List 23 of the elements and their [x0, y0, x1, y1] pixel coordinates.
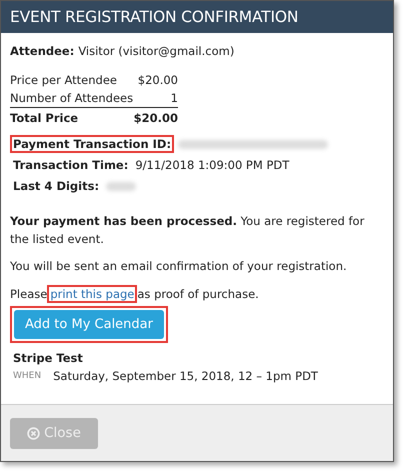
attendee-label: Attendee: [10, 44, 74, 58]
detail-label: Last 4 Digits: [12, 178, 100, 195]
event-date: Saturday, September 15, 2018, 12 – 1pm PDT [53, 368, 318, 383]
price-label: Number of Attendees [10, 89, 134, 108]
price-label: Total Price [10, 108, 134, 127]
payment-message: Your payment has been processed. You are registered for the listed event. [10, 213, 366, 248]
price-value: $20.00 [133, 108, 178, 127]
detail-value: 9/11/2018 1:09:00 PM PDT [135, 158, 290, 172]
print-note-text: as proof of purchase. [137, 286, 259, 301]
close-icon [27, 426, 40, 440]
price-label: Price per Attendee [10, 72, 118, 89]
detail-label: Transaction Time: [12, 157, 130, 174]
price-value: $20.00 [136, 72, 178, 89]
print-link[interactable]: print this page [47, 284, 138, 303]
event-name: Stripe Test [13, 350, 84, 365]
email-note: You will be sent an email confirmation of your registration. [10, 258, 348, 273]
when-label: WHEN [13, 370, 42, 381]
detail-label: Payment Transaction ID: [10, 135, 174, 153]
dialog-title: EVENT REGISTRATION CONFIRMATION [1, 1, 393, 33]
add-to-calendar-button[interactable]: Add to My Calendar [14, 310, 164, 339]
print-note-text: Please [10, 286, 48, 301]
attendee-value: Visitor (visitor@gmail.com) [78, 44, 234, 58]
price-value: 1 [133, 89, 178, 108]
